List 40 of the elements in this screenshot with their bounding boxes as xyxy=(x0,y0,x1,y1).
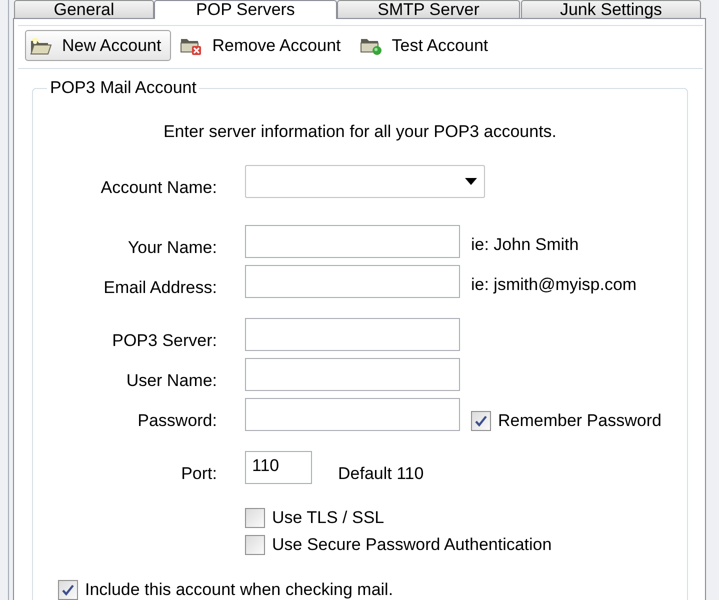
toolbar-button[interactable]: New Account xyxy=(25,30,172,61)
port-note: Default 110 xyxy=(338,464,424,484)
text-field[interactable] xyxy=(245,265,460,298)
checkbox-label: Use Secure Password Authentication xyxy=(272,535,552,555)
field-label: Account Name: xyxy=(100,178,217,198)
tab[interactable]: SMTP Server xyxy=(337,0,520,18)
checkbox-label: Include this account when checking mail. xyxy=(85,580,394,600)
open-folder-icon xyxy=(30,36,52,54)
text-field[interactable] xyxy=(245,318,460,351)
tab[interactable]: General xyxy=(14,0,154,18)
toolbar-button[interactable]: Test Account xyxy=(354,30,498,61)
folder-delete-icon xyxy=(180,36,202,54)
field-hint: ie: John Smith xyxy=(471,235,579,255)
checkbox-label: Use TLS / SSL xyxy=(272,508,384,528)
text-field[interactable] xyxy=(245,398,460,431)
checkbox[interactable] xyxy=(471,411,491,431)
account-dropdown[interactable] xyxy=(245,165,485,198)
checkbox[interactable] xyxy=(245,535,265,555)
group-title: POP3 Mail Account xyxy=(49,78,198,98)
field-label: POP3 Server: xyxy=(111,331,217,351)
field-label: Password: xyxy=(136,411,217,431)
toolbar-button[interactable]: Remove Account xyxy=(175,30,351,61)
field-label: Email Address: xyxy=(102,278,217,298)
folder-dot-icon xyxy=(360,36,382,54)
check-icon xyxy=(61,583,75,597)
text-field[interactable] xyxy=(245,358,460,391)
field-hint: ie: jsmith@myisp.com xyxy=(471,275,637,295)
text-field[interactable] xyxy=(245,225,460,258)
port-field[interactable]: 110 xyxy=(245,451,312,484)
field-label: User Name: xyxy=(125,371,217,391)
dropdown-arrow-icon xyxy=(465,178,477,185)
tab[interactable]: Junk Settings xyxy=(521,0,701,18)
field-label: Your Name: xyxy=(126,238,217,258)
check-icon xyxy=(474,414,488,428)
checkbox[interactable] xyxy=(58,580,78,600)
checkbox[interactable] xyxy=(245,508,265,528)
instruction-text: Enter server information for all your POP3 accounts. xyxy=(162,122,558,142)
tab[interactable]: POP Servers xyxy=(154,0,337,19)
field-label: Port: xyxy=(180,464,217,484)
checkbox-label: Remember Password xyxy=(498,411,662,431)
